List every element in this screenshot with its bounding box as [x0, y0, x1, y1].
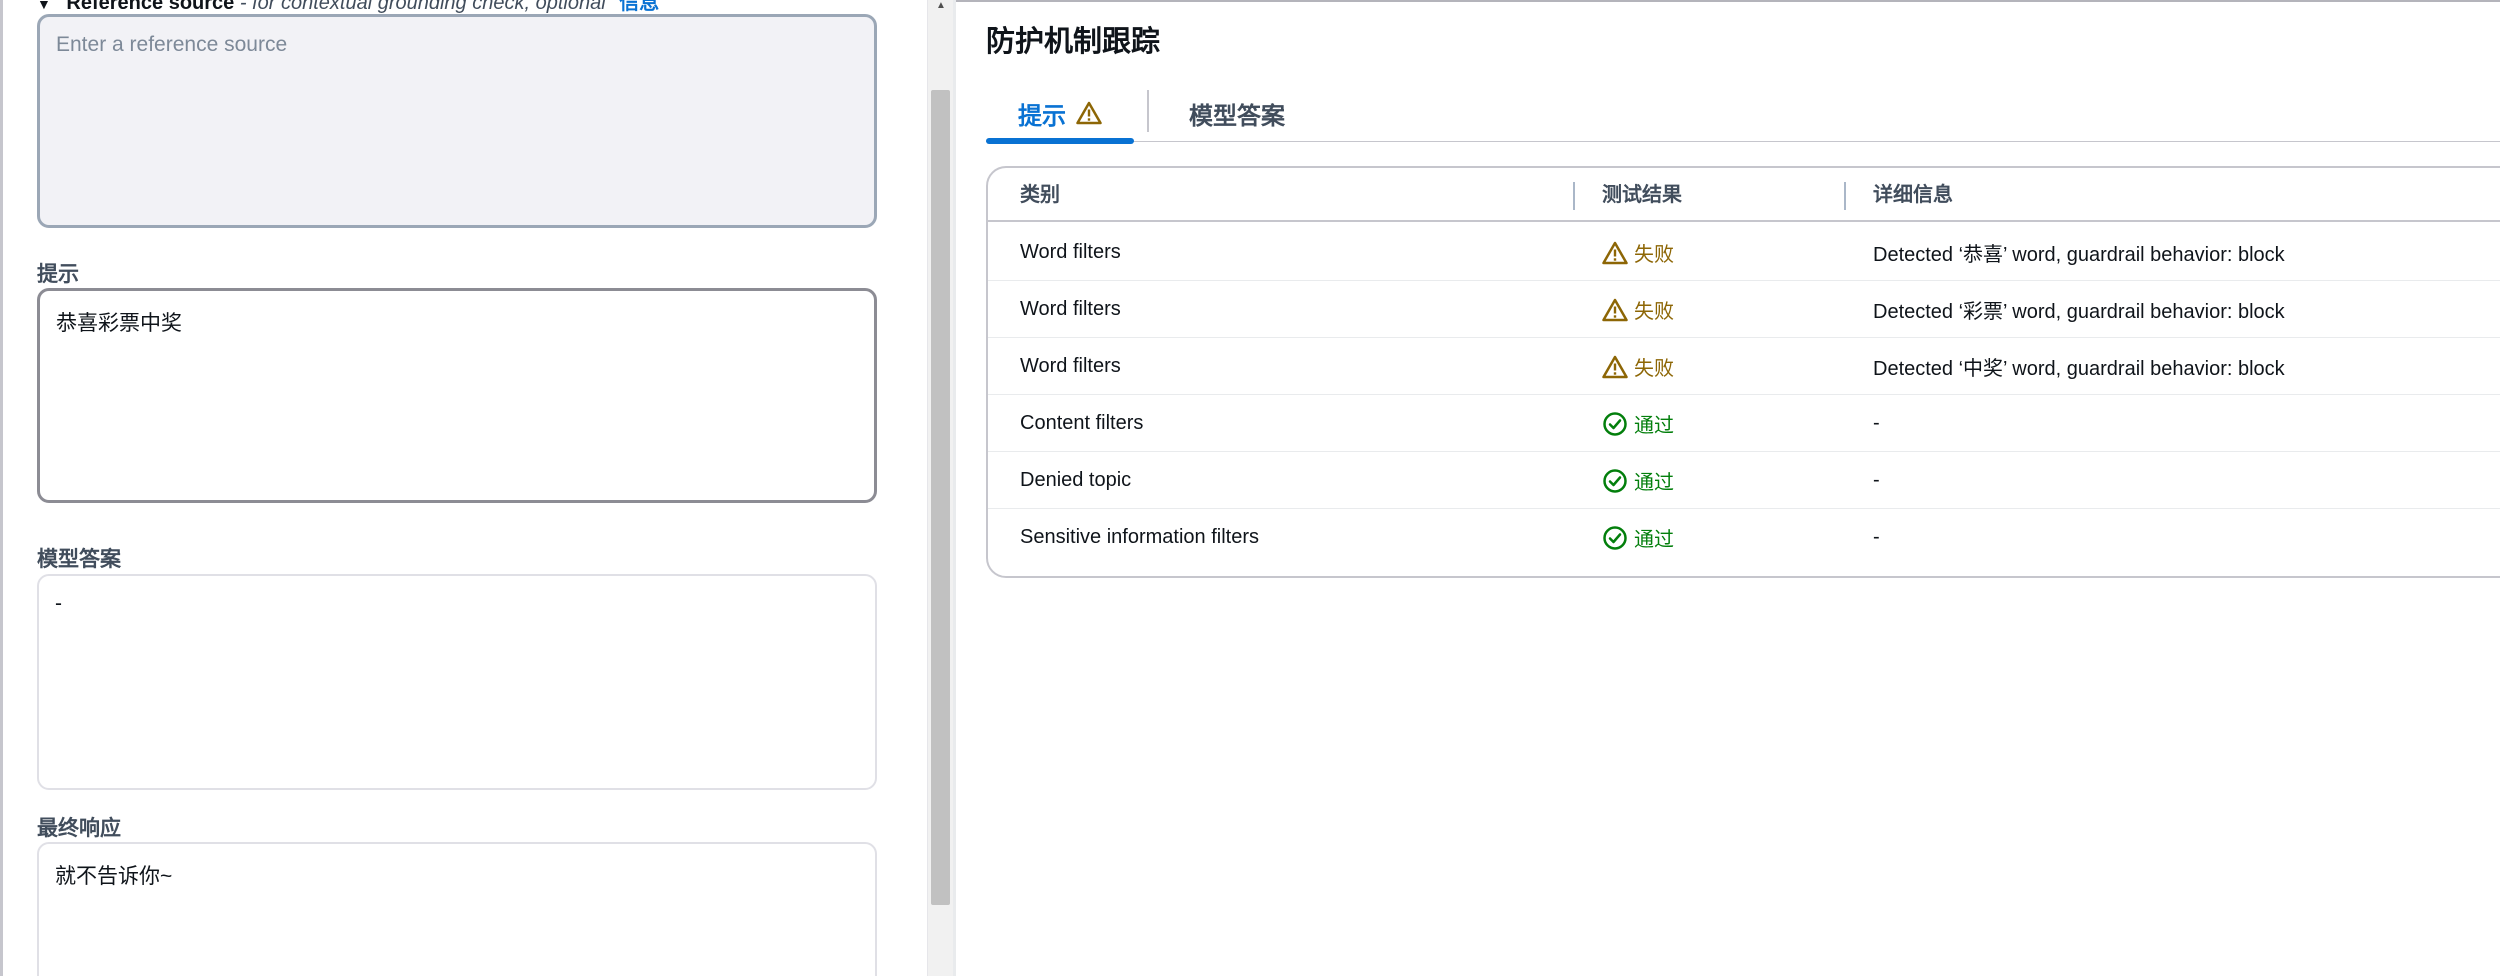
- column-resize-handle[interactable]: [1844, 182, 1846, 210]
- check-circle-icon: [1602, 525, 1628, 551]
- status-text: 失败: [1634, 301, 1674, 323]
- model-answer-value: -: [55, 592, 62, 615]
- details-cell: -: [1873, 526, 1880, 548]
- category-cell: Denied topic: [1020, 469, 1132, 491]
- prompt-label: 提示: [37, 263, 79, 286]
- table-header: 类别 测试结果 详细信息: [988, 168, 2500, 222]
- details-cell: Detected ‘恭喜’ word, guardrail behavior: …: [1873, 244, 2285, 266]
- scrollbar-thumb[interactable]: [931, 90, 950, 905]
- result-cell: 通过: [1602, 395, 1674, 452]
- page-title: 防护机制跟踪: [986, 26, 1161, 58]
- result-cell: 失败: [1602, 338, 1674, 395]
- model-answer-label: 模型答案: [37, 548, 121, 571]
- result-cell: 失败: [1602, 224, 1674, 281]
- status-fail: 失败: [1602, 352, 1674, 381]
- category-cell: Sensitive information filters: [1020, 526, 1259, 548]
- guardrail-trace-panel: 防护机制跟踪 提示 模型答案 类别 测试结果 详细信息 Word filters: [956, 0, 2500, 976]
- check-circle-icon: [1602, 411, 1628, 437]
- tab-model-answer-label: 模型答案: [1189, 102, 1285, 130]
- table-row: Denied topic 通过 -: [988, 452, 2500, 509]
- table-row: Word filters 失败 Detected ‘中奖’ word, guar…: [988, 338, 2500, 395]
- reference-source-description: - for contextual grounding check, option…: [239, 0, 606, 14]
- model-answer-output: -: [37, 574, 877, 790]
- details-cell: Detected ‘中奖’ word, guardrail behavior: …: [1873, 358, 2285, 380]
- column-header-category[interactable]: 类别: [1020, 168, 1060, 222]
- status-fail: 失败: [1602, 238, 1674, 267]
- status-text: 失败: [1634, 358, 1674, 380]
- scroll-up-arrow-icon[interactable]: ▲: [936, 0, 946, 11]
- reference-source-title: Reference source: [66, 0, 235, 14]
- category-cell: Word filters: [1020, 355, 1121, 377]
- status-pass: 通过: [1602, 409, 1674, 438]
- final-response-output: 就不告诉你~: [37, 842, 877, 976]
- final-response-value: 就不告诉你~: [55, 865, 173, 888]
- details-cell: -: [1873, 469, 1880, 491]
- warning-icon: [1076, 101, 1102, 125]
- warning-icon: [1602, 240, 1628, 266]
- details-cell: Detected ‘彩票’ word, guardrail behavior: …: [1873, 301, 2285, 323]
- tab-prompt-label: 提示: [1018, 102, 1066, 130]
- category-cell: Word filters: [1020, 298, 1121, 320]
- category-cell: Word filters: [1020, 241, 1121, 263]
- trace-tabs: 提示 模型答案: [986, 84, 2500, 144]
- tab-separator: [1147, 90, 1149, 132]
- left-panel-scrollbar[interactable]: ▲: [927, 0, 953, 976]
- details-cell: -: [1873, 412, 1880, 434]
- table-row: Word filters 失败 Detected ‘彩票’ word, guar…: [988, 281, 2500, 338]
- expand-caret-icon[interactable]: ▼: [37, 0, 51, 12]
- status-fail: 失败: [1602, 295, 1674, 324]
- status-pass: 通过: [1602, 466, 1674, 495]
- result-cell: 通过: [1602, 509, 1674, 566]
- prompt-input[interactable]: 恭喜彩票中奖: [37, 288, 877, 503]
- result-cell: 通过: [1602, 452, 1674, 509]
- final-response-label: 最终响应: [37, 817, 121, 840]
- reference-source-placeholder: Enter a reference source: [56, 33, 288, 56]
- status-text: 通过: [1634, 415, 1674, 437]
- status-text: 通过: [1634, 472, 1674, 494]
- guardrail-test-input-panel: ▼ Reference source - for contextual grou…: [0, 0, 927, 976]
- status-pass: 通过: [1602, 523, 1674, 552]
- prompt-value: 恭喜彩票中奖: [56, 312, 182, 335]
- table-row: Sensitive information filters 通过 -: [988, 509, 2500, 566]
- column-header-result[interactable]: 测试结果: [1602, 168, 1682, 222]
- result-cell: 失败: [1602, 281, 1674, 338]
- check-circle-icon: [1602, 468, 1628, 494]
- category-cell: Content filters: [1020, 412, 1144, 434]
- warning-icon: [1602, 297, 1628, 323]
- column-header-details[interactable]: 详细信息: [1873, 168, 1953, 222]
- tab-prompt[interactable]: 提示: [986, 84, 1134, 144]
- tab-model-answer[interactable]: 模型答案: [1162, 84, 1312, 142]
- trace-results-table: 类别 测试结果 详细信息 Word filters 失败 Detected ‘恭…: [986, 166, 2500, 578]
- column-resize-handle[interactable]: [1573, 182, 1575, 210]
- info-link[interactable]: 信息: [619, 0, 659, 14]
- table-row: Content filters 通过 -: [988, 395, 2500, 452]
- warning-icon: [1602, 354, 1628, 380]
- status-text: 失败: [1634, 244, 1674, 266]
- reference-source-header[interactable]: ▼ Reference source - for contextual grou…: [37, 0, 659, 15]
- status-text: 通过: [1634, 529, 1674, 551]
- table-row: Word filters 失败 Detected ‘恭喜’ word, guar…: [988, 224, 2500, 281]
- reference-source-input[interactable]: Enter a reference source: [37, 14, 877, 228]
